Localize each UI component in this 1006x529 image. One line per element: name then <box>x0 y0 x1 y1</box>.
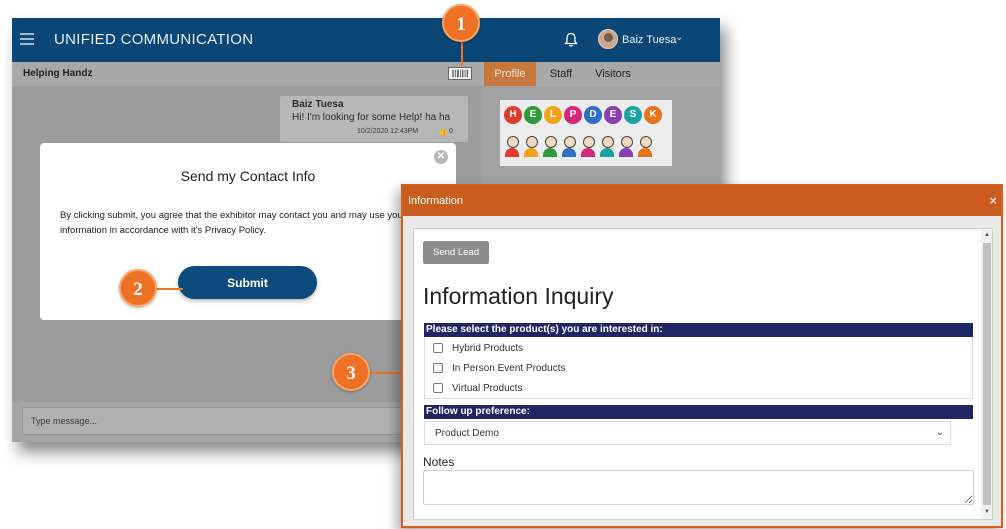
helpdesk-banner-image: HELPDESK <box>500 100 672 166</box>
scroll-up-arrow-icon[interactable]: ▲ <box>984 232 990 238</box>
checkbox-label: Virtual Products <box>452 382 523 394</box>
product-option-in-person[interactable]: In Person Event Products <box>433 361 565 375</box>
person-illustration-icon <box>523 136 539 158</box>
followup-select-value: Product Demo <box>435 428 499 439</box>
modal-title: Send my Contact Info <box>180 168 316 184</box>
message-sender: Baiz Tuesa <box>292 99 344 110</box>
person-illustration-icon <box>561 136 577 158</box>
product-option-hybrid[interactable]: Hybrid Products <box>433 341 523 355</box>
screenshot-stage: UNIFIED COMMUNICATION Baiz Tuesa ⌄ Helpi… <box>0 0 1006 529</box>
notes-textarea[interactable] <box>423 470 974 505</box>
scrollbar[interactable]: ▲ ▼ <box>981 229 992 519</box>
information-modal: Information × Send Lead Information Inqu… <box>401 184 1003 528</box>
helpdesk-letter: D <box>584 106 602 124</box>
helpdesk-letter: E <box>524 106 542 124</box>
scroll-thumb[interactable] <box>983 243 991 505</box>
callout-2-line <box>155 288 183 290</box>
top-bar: UNIFIED COMMUNICATION Baiz Tuesa ⌄ <box>12 18 720 62</box>
checkbox[interactable] <box>433 383 443 393</box>
information-modal-title: Information <box>408 195 464 207</box>
inquiry-heading: Information Inquiry <box>423 283 614 309</box>
checkbox-label: In Person Event Products <box>452 362 566 374</box>
scroll-down-arrow-icon[interactable]: ▼ <box>984 509 990 515</box>
person-illustration-icon <box>599 136 615 158</box>
person-illustration-icon <box>504 136 520 158</box>
person-illustration-icon <box>618 136 634 158</box>
callout-3-badge: 3 <box>332 353 370 391</box>
helpdesk-letter: L <box>544 106 562 124</box>
barcode-icon[interactable] <box>448 67 472 80</box>
callout-2-badge: 2 <box>119 269 157 307</box>
person-illustration-icon <box>637 136 653 158</box>
chevron-down-icon[interactable]: ⌄ <box>936 427 944 438</box>
helpdesk-people <box>504 136 653 158</box>
app-title: UNIFIED COMMUNICATION <box>54 31 254 48</box>
notes-label: Notes <box>423 455 455 469</box>
checkbox-label: Hybrid Products <box>452 342 524 354</box>
avatar[interactable] <box>598 29 618 49</box>
product-checkbox-list: Hybrid Products In Person Event Products… <box>424 337 973 399</box>
like-count: 0 <box>449 128 453 135</box>
modal-body-text: By clicking submit, you agree that the e… <box>60 210 406 236</box>
product-option-virtual[interactable]: Virtual Products <box>433 381 522 395</box>
bell-icon[interactable] <box>564 32 578 48</box>
checkbox[interactable] <box>433 343 443 353</box>
menu-icon[interactable] <box>20 33 34 45</box>
submit-button[interactable]: Submit <box>178 266 317 299</box>
message-timestamp: 10/2/2020 12:43PM <box>357 128 419 135</box>
products-section-header: Please select the product(s) you are int… <box>424 323 973 337</box>
checkbox[interactable] <box>433 363 443 373</box>
send-lead-button[interactable]: Send Lead <box>423 241 489 264</box>
helpdesk-letter: P <box>564 106 582 124</box>
person-illustration-icon <box>580 136 596 158</box>
helpdesk-letters: HELPDESK <box>504 106 662 124</box>
tab-visitors[interactable]: Visitors <box>590 62 636 86</box>
followup-section-header: Follow up preference: <box>424 405 973 419</box>
contact-info-modal: ✕ Send my Contact Info By clicking submi… <box>40 143 456 320</box>
tab-staff[interactable]: Staff <box>544 62 578 86</box>
callout-1-badge: 1 <box>442 4 480 42</box>
room-bar: Helping Handz Profile Staff Visitors <box>12 62 720 86</box>
room-name: Helping Handz <box>23 68 93 79</box>
chevron-down-icon[interactable]: ⌄ <box>675 32 683 43</box>
message-text: Hi! I'm looking for some Help! ha ha <box>292 112 451 123</box>
helpdesk-letter: E <box>604 106 622 124</box>
callout-1-line <box>461 40 463 66</box>
person-illustration-icon <box>542 136 558 158</box>
information-modal-header: Information × <box>403 186 1001 216</box>
helpdesk-letter: H <box>504 106 522 124</box>
helpdesk-letter: S <box>624 106 642 124</box>
close-icon[interactable]: × <box>989 193 997 208</box>
helpdesk-letter: K <box>644 106 662 124</box>
close-icon[interactable]: ✕ <box>434 150 448 164</box>
callout-3-line <box>368 372 402 374</box>
user-name[interactable]: Baiz Tuesa <box>622 34 676 46</box>
followup-select[interactable]: Product Demo ⌄ <box>424 421 951 445</box>
message-bubble: Baiz Tuesa Hi! I'm looking for some Help… <box>280 96 468 142</box>
tab-profile[interactable]: Profile <box>484 62 536 86</box>
inquiry-form: Send Lead Information Inquiry Please sel… <box>413 228 993 520</box>
thumbs-up-icon[interactable]: 👍 <box>438 127 448 136</box>
